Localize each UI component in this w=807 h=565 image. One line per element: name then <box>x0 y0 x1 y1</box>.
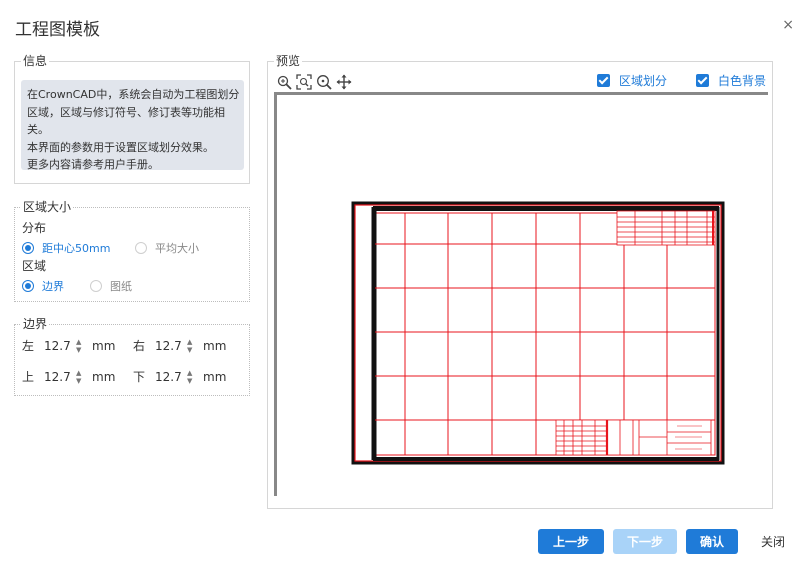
preview-canvas[interactable] <box>274 92 768 496</box>
radio-average-size[interactable]: 平均大小 <box>135 240 199 256</box>
info-line: 关。 <box>27 123 49 136</box>
margin-unit: mm <box>92 369 116 384</box>
stepper-arrows[interactable]: ▲ ▼ <box>187 369 195 385</box>
margins-group: 边界 左 12.7 ▲ ▼ mm 右 12.7 ▲ ▼ mm 上 12.7 ▲ <box>14 317 250 396</box>
zone-grid-horizontal <box>375 243 715 421</box>
margin-right-stepper[interactable]: 12.7 ▲ ▼ <box>151 338 203 354</box>
title-block <box>555 419 712 456</box>
info-group: 信息 在CrownCAD中，系统会自动为工程图划分 区域，区域与修订符号、修订表… <box>14 54 250 184</box>
checkbox-label: 区域划分 <box>619 74 668 88</box>
chevron-down-icon[interactable]: ▼ <box>187 346 195 354</box>
distribution-label: 分布 <box>22 221 47 235</box>
zone-grid-vertical <box>404 213 668 455</box>
zoom-area-icon[interactable] <box>316 74 332 90</box>
info-legend: 信息 <box>21 54 50 68</box>
margin-left-row: 左 12.7 ▲ ▼ mm <box>22 337 115 354</box>
confirm-button[interactable]: 确认 <box>686 529 738 554</box>
margin-top-label: 上 <box>22 370 35 384</box>
close-button[interactable]: 关闭 <box>752 529 794 554</box>
checkbox-label: 白色背景 <box>718 74 767 88</box>
margin-right-row: 右 12.7 ▲ ▼ mm <box>133 337 226 354</box>
chevron-up-icon[interactable]: ▲ <box>187 338 195 346</box>
zoom-in-icon[interactable] <box>276 74 292 90</box>
close-icon[interactable]: × <box>782 18 794 32</box>
info-line: 本界面的参数用于设置区域划分效果。 <box>27 140 214 154</box>
radio-dot <box>22 242 34 254</box>
checkbox-box <box>696 74 709 87</box>
zone-division-checkbox[interactable]: 区域划分 <box>597 72 667 89</box>
margin-right-value[interactable]: 12.7 <box>151 339 187 353</box>
checkbox-box <box>597 74 610 87</box>
radio-dot <box>135 242 147 254</box>
margin-bottom-value[interactable]: 12.7 <box>151 370 187 384</box>
prev-button[interactable]: 上一步 <box>538 529 604 554</box>
preview-toolbar <box>276 74 352 90</box>
pan-icon[interactable] <box>336 74 352 90</box>
info-line: 在CrownCAD中，系统会自动为工程图划分 <box>27 88 240 101</box>
info-line: 更多内容请参考用户手册。 <box>27 158 159 171</box>
margin-bottom-row: 下 12.7 ▲ ▼ mm <box>133 368 226 385</box>
margin-top-row: 上 12.7 ▲ ▼ mm <box>22 368 115 385</box>
revision-table <box>616 210 716 246</box>
margin-unit: mm <box>92 338 116 353</box>
chevron-down-icon[interactable]: ▼ <box>76 346 84 354</box>
fit-view-icon[interactable] <box>296 74 312 90</box>
zone-label: 区域 <box>22 259 47 273</box>
margin-top-value[interactable]: 12.7 <box>40 370 76 384</box>
margin-unit: mm <box>203 338 227 353</box>
margin-right-label: 右 <box>133 339 146 353</box>
preview-group: 预览 区域划分 白色背景 <box>267 54 773 509</box>
preview-legend: 预览 <box>274 54 303 68</box>
margin-left-value[interactable]: 12.7 <box>40 339 76 353</box>
stepper-arrows[interactable]: ▲ ▼ <box>187 338 195 354</box>
chevron-down-icon[interactable]: ▼ <box>76 377 84 385</box>
radio-center-50mm[interactable]: 距中心50mm <box>22 240 110 256</box>
margin-bottom-label: 下 <box>133 370 146 384</box>
margin-left-stepper[interactable]: 12.7 ▲ ▼ <box>40 338 92 354</box>
margin-left-label: 左 <box>22 339 35 353</box>
margin-bottom-stepper[interactable]: 12.7 ▲ ▼ <box>151 369 203 385</box>
zone-size-legend: 区域大小 <box>21 200 74 214</box>
margin-top-stepper[interactable]: 12.7 ▲ ▼ <box>40 369 92 385</box>
zone-inner-border <box>374 212 716 456</box>
radio-sheet[interactable]: 图纸 <box>90 278 132 294</box>
stepper-arrows[interactable]: ▲ ▼ <box>76 338 84 354</box>
info-message: 在CrownCAD中，系统会自动为工程图划分 区域，区域与修订符号、修订表等功能… <box>21 80 244 171</box>
info-line: 区域，区域与修订符号、修订表等功能相 <box>27 105 225 119</box>
zone-size-group: 区域大小 分布 距中心50mm 平均大小 区域 边界 图纸 <box>14 200 250 302</box>
stepper-arrows[interactable]: ▲ ▼ <box>76 369 84 385</box>
drawing-preview <box>351 201 725 465</box>
radio-label: 距中心50mm <box>42 242 111 255</box>
margin-unit: mm <box>203 369 227 384</box>
chevron-up-icon[interactable]: ▲ <box>76 369 84 377</box>
radio-label: 边界 <box>42 280 64 293</box>
white-background-checkbox[interactable]: 白色背景 <box>696 72 766 89</box>
radio-label: 图纸 <box>110 280 132 293</box>
chevron-up-icon[interactable]: ▲ <box>187 369 195 377</box>
margins-legend: 边界 <box>21 317 50 331</box>
radio-dot <box>22 280 34 292</box>
next-button[interactable]: 下一步 <box>613 529 677 554</box>
dialog-title: 工程图模板 <box>15 20 100 40</box>
radio-dot <box>90 280 102 292</box>
radio-border[interactable]: 边界 <box>22 278 64 294</box>
chevron-down-icon[interactable]: ▼ <box>187 377 195 385</box>
radio-label: 平均大小 <box>155 242 199 255</box>
chevron-up-icon[interactable]: ▲ <box>76 338 84 346</box>
